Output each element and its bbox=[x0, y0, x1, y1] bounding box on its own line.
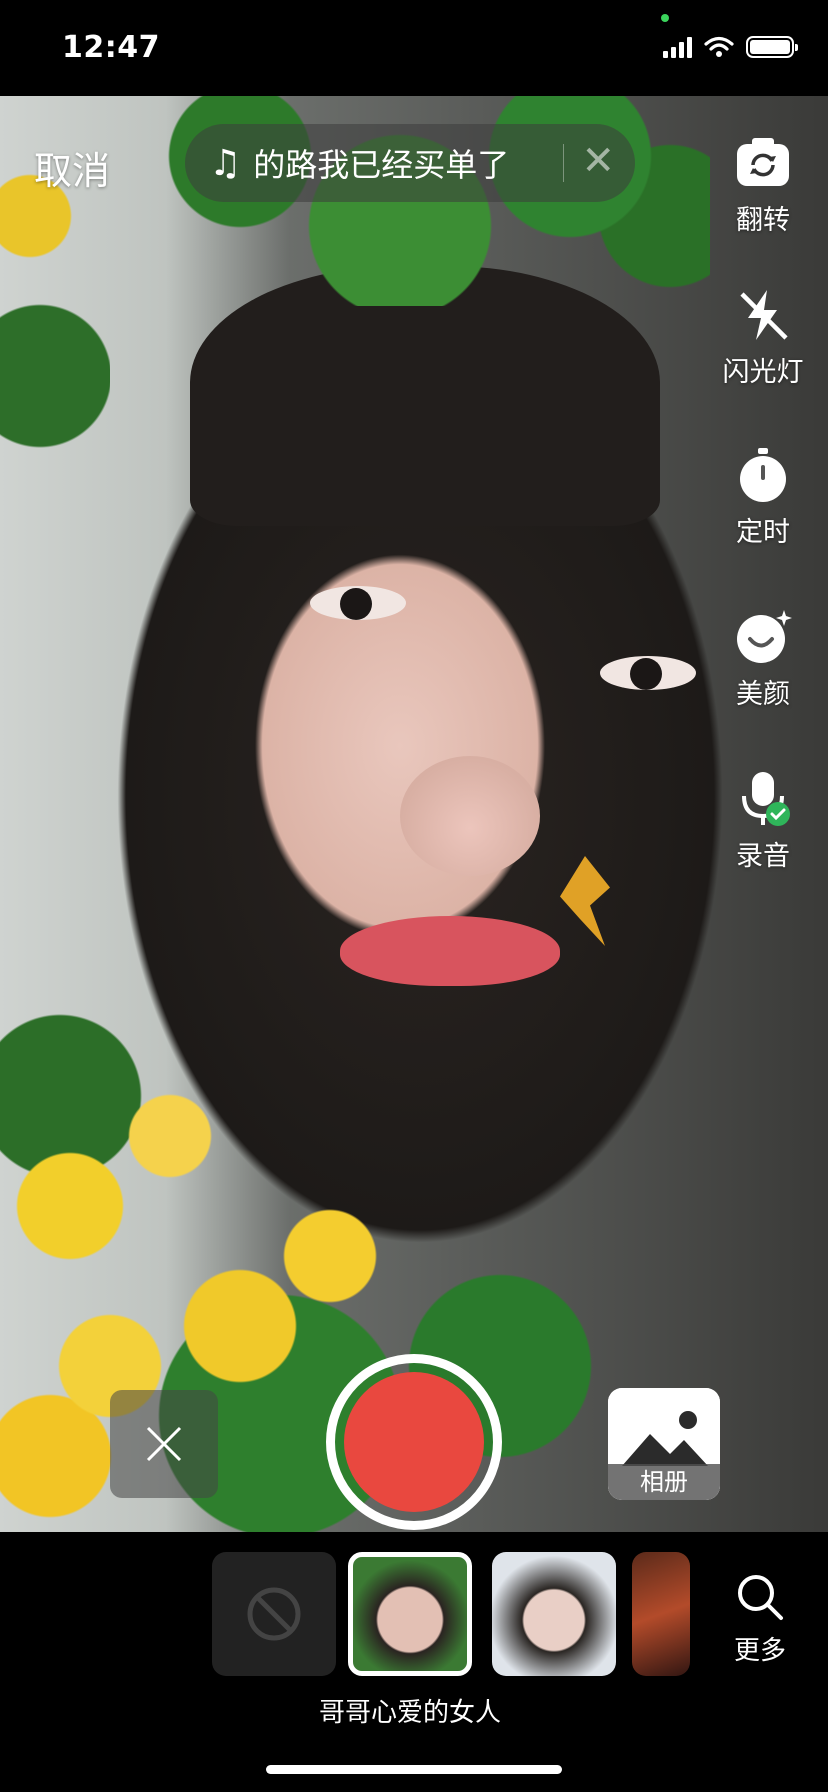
music-close-icon[interactable]: ✕ bbox=[581, 138, 615, 184]
selected-effect-name: 哥哥心爱的女人 bbox=[318, 1698, 502, 1728]
flash-off-icon bbox=[734, 286, 792, 344]
microphone-icon bbox=[734, 770, 792, 828]
flip-camera-icon bbox=[734, 134, 792, 192]
beauty-label: 美颜 bbox=[736, 679, 790, 710]
lips bbox=[340, 916, 560, 986]
effect-tile-selected[interactable] bbox=[348, 1552, 472, 1676]
timer-icon bbox=[734, 446, 792, 504]
no-effect-icon bbox=[247, 1587, 301, 1641]
nose bbox=[400, 756, 540, 876]
effect-tile[interactable] bbox=[492, 1552, 616, 1676]
timer-button[interactable]: 定时 bbox=[698, 446, 828, 549]
effects-bar: 更多 哥哥心爱的女人 bbox=[0, 1532, 828, 1792]
flash-button[interactable]: 闪光灯 bbox=[698, 286, 828, 389]
wifi-icon bbox=[704, 36, 734, 57]
effect-flowers-bottom bbox=[0, 996, 620, 1532]
more-effects-button[interactable]: 更多 bbox=[720, 1572, 800, 1667]
record-button[interactable] bbox=[326, 1354, 502, 1530]
effect-tile[interactable] bbox=[632, 1552, 690, 1676]
flip-camera-label: 翻转 bbox=[736, 205, 790, 236]
battery-icon bbox=[746, 36, 798, 58]
music-title: 的路我已经买单了 bbox=[253, 146, 510, 184]
music-note-icon: ♫ bbox=[209, 142, 242, 184]
status-time: 12:47 bbox=[62, 30, 160, 65]
close-icon bbox=[146, 1426, 182, 1462]
cellular-signal-icon bbox=[663, 36, 692, 58]
more-label: 更多 bbox=[733, 1636, 786, 1666]
butterfly-sticker bbox=[560, 856, 610, 946]
eye-right bbox=[600, 656, 696, 690]
home-indicator[interactable] bbox=[266, 1765, 562, 1774]
status-icons bbox=[663, 36, 798, 58]
status-bar: 12:47 bbox=[0, 0, 828, 96]
effect-none-tile[interactable] bbox=[212, 1552, 336, 1676]
music-divider bbox=[563, 144, 564, 182]
beauty-button[interactable]: 美颜 bbox=[698, 608, 828, 711]
album-button[interactable]: 相册 bbox=[608, 1388, 720, 1500]
timer-label: 定时 bbox=[736, 517, 790, 548]
flash-label: 闪光灯 bbox=[722, 357, 804, 388]
record-button-inner bbox=[344, 1372, 484, 1512]
record-audio-button[interactable]: 录音 bbox=[698, 770, 828, 873]
record-audio-label: 录音 bbox=[736, 841, 790, 872]
effect-flowers-left bbox=[0, 156, 110, 486]
eye-left bbox=[310, 586, 406, 620]
music-selector[interactable]: ♫ 的路我已经买单了 ✕ bbox=[185, 124, 635, 202]
search-icon bbox=[738, 1575, 783, 1620]
beauty-icon bbox=[734, 608, 792, 666]
flip-camera-button[interactable]: 翻转 bbox=[698, 134, 828, 237]
cancel-button[interactable]: 取消 bbox=[34, 140, 110, 195]
remove-effect-button[interactable] bbox=[110, 1390, 218, 1498]
album-label: 相册 bbox=[608, 1464, 720, 1500]
camera-indicator-dot bbox=[661, 14, 669, 22]
